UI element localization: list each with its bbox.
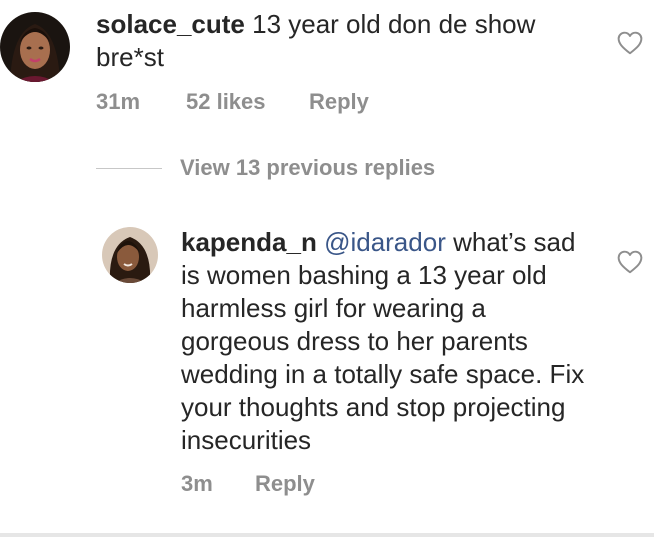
reply-reply-button[interactable]: Reply [255,471,315,497]
comment-reply-button[interactable]: Reply [309,89,369,115]
reply-timestamp: 3m [181,471,213,496]
view-previous-replies-button[interactable]: View 13 previous replies [96,155,435,181]
reply-like-heart-icon[interactable] [617,250,643,274]
view-replies-label: View 13 previous replies [180,155,436,180]
avatar-kapenda-n[interactable] [102,227,158,283]
reply-body: kapenda_n @idarador what’s sad is women … [181,226,601,457]
comment-body: solace_cute 13 year old don de show bre*… [96,8,596,74]
reply-username[interactable]: kapenda_n [181,227,317,257]
comment-likes-count[interactable]: 52 likes [186,89,266,115]
replies-divider-line [96,167,162,169]
comment-username[interactable]: solace_cute [96,9,245,39]
reply-mention-link[interactable]: @idarador [324,227,446,257]
comments-thread: solace_cute 13 year old don de show bre*… [0,0,654,537]
bottom-divider [0,533,654,537]
comment-timestamp: 31m [96,89,141,114]
like-heart-icon[interactable] [617,31,643,55]
reply-text: what’s sad is women bashing a 13 year ol… [181,227,585,455]
avatar-solace-cute[interactable] [0,12,70,82]
